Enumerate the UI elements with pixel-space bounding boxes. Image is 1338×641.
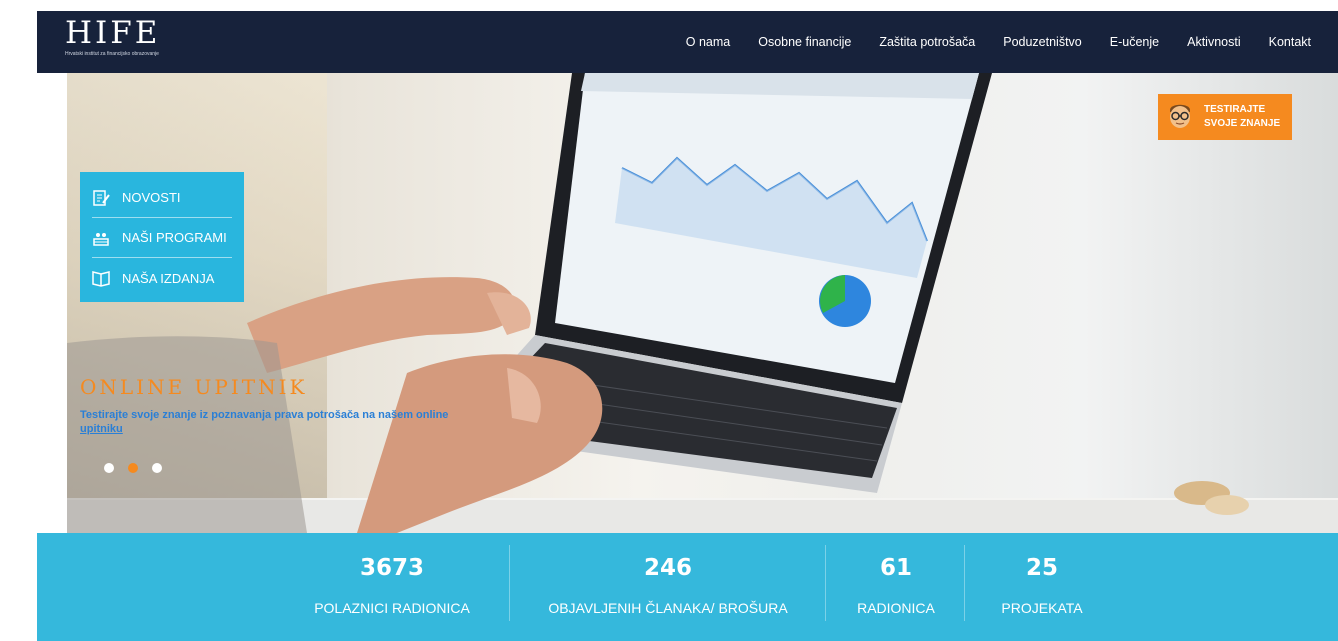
carousel-dot[interactable] <box>104 463 114 473</box>
logo[interactable]: HIFE Hrvatski institut za financijsko ob… <box>65 17 160 57</box>
quiz-button-line1: TESTIRAJTE <box>1204 104 1266 115</box>
main-menu: O nama Osobne financije Zaštita potrošač… <box>686 11 1311 73</box>
quick-link-label: NAŠI PROGRAMI <box>122 230 227 245</box>
hero-laptop-image <box>67 73 1249 533</box>
stat-divider <box>825 545 826 621</box>
logo-tagline: Hrvatski institut za financijsko obrazov… <box>65 51 159 57</box>
slide-title: ONLINE UPITNIK <box>80 375 308 399</box>
slide-description-text: Testirajte svoje znanje iz poznavanja pr… <box>80 409 449 421</box>
stat-projekti: 25 PROJEKATA <box>977 533 1107 641</box>
stat-caption: PROJEKATA <box>1001 600 1083 616</box>
avatar-glasses-icon <box>1166 100 1194 134</box>
quick-links-menu: NOVOSTI NAŠI PROGRAMI NAŠA IZDANJA <box>80 172 244 302</box>
quiz-button-line2: SVOJE ZNANJE <box>1204 118 1281 129</box>
stat-radionica: 61 RADIONICA <box>827 533 965 641</box>
stat-clanci: 246 OBJAVLJENIH ČLANAKA/ BROŠURA <box>511 533 825 641</box>
quick-link-label: NOVOSTI <box>122 190 181 205</box>
quick-link-label: NAŠA IZDANJA <box>122 270 215 286</box>
stat-caption: RADIONICA <box>857 600 935 616</box>
nav-item-kontakt[interactable]: Kontakt <box>1269 35 1311 49</box>
news-icon <box>92 189 110 207</box>
quick-link-novosti[interactable]: NOVOSTI <box>92 178 232 218</box>
quick-link-nasi-programi[interactable]: NAŠI PROGRAMI <box>92 218 232 258</box>
nav-item-e-ucenje[interactable]: E-učenje <box>1110 35 1159 49</box>
nav-item-o-nama[interactable]: O nama <box>686 35 730 49</box>
slide-link-upitnik[interactable]: upitniku <box>80 423 123 435</box>
stat-polaznici: 3673 POLAZNICI RADIONICA <box>292 533 492 641</box>
quick-link-nasa-izdanja[interactable]: NAŠA IZDANJA <box>92 258 232 298</box>
stat-value: 246 <box>643 555 692 581</box>
logo-text: HIFE <box>65 15 161 51</box>
stat-value: 3673 <box>359 555 424 581</box>
programs-icon <box>92 229 110 247</box>
slide-description: Testirajte svoje znanje iz poznavanja pr… <box>80 408 480 436</box>
carousel-indicators <box>104 463 162 473</box>
nav-item-poduzetnistvo[interactable]: Poduzetništvo <box>1003 35 1082 49</box>
carousel-dot[interactable] <box>152 463 162 473</box>
stat-value: 61 <box>879 555 912 581</box>
hero-slider <box>67 73 1338 533</box>
stat-caption: OBJAVLJENIH ČLANAKA/ BROŠURA <box>548 600 788 616</box>
stat-divider <box>964 545 965 621</box>
book-icon <box>92 269 110 287</box>
top-navigation: HIFE Hrvatski institut za financijsko ob… <box>37 11 1338 73</box>
stat-divider <box>509 545 510 621</box>
stat-value: 25 <box>1025 555 1058 581</box>
stat-caption: POLAZNICI RADIONICA <box>314 600 470 616</box>
stats-bar: 3673 POLAZNICI RADIONICA 246 OBJAVLJENIH… <box>37 533 1338 641</box>
test-your-knowledge-button[interactable]: TESTIRAJTE SVOJE ZNANJE <box>1158 94 1292 140</box>
nav-item-zastita-potrosaca[interactable]: Zaštita potrošača <box>879 35 975 49</box>
nav-item-aktivnosti[interactable]: Aktivnosti <box>1187 35 1241 49</box>
nav-item-osobne-financije[interactable]: Osobne financije <box>758 35 851 49</box>
carousel-dot-active[interactable] <box>128 463 138 473</box>
